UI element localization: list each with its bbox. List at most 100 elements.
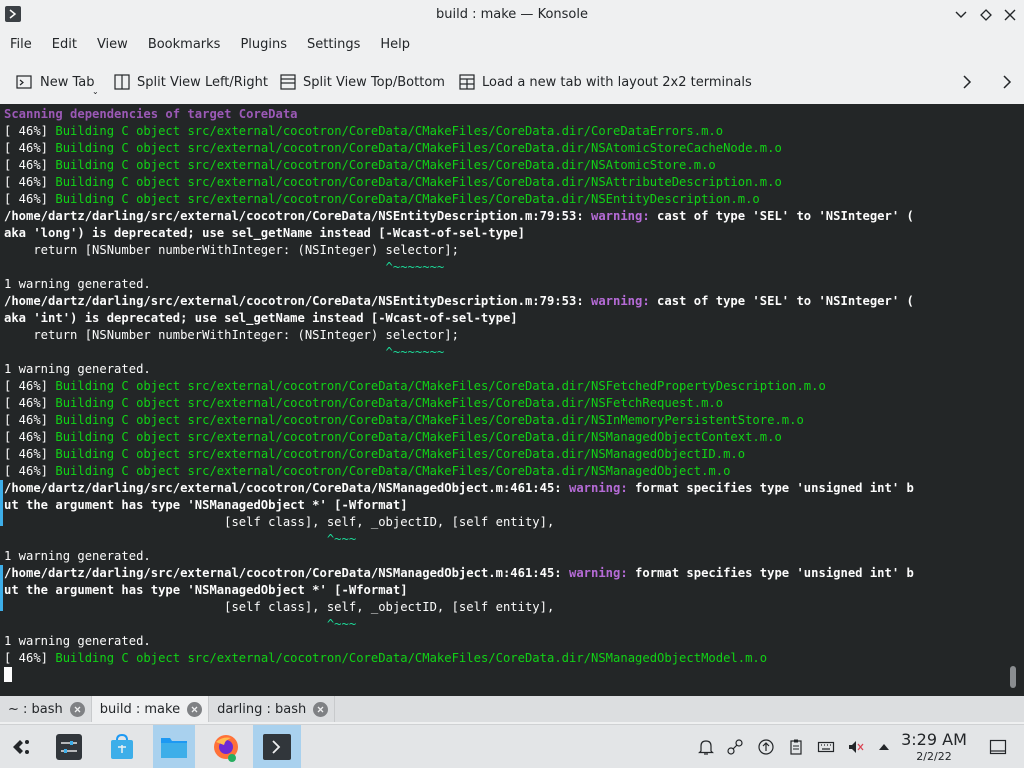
tab-label: ~ : bash	[8, 701, 63, 717]
kde-connect-tray-button[interactable]	[725, 737, 745, 757]
minimize-button[interactable]	[951, 5, 971, 25]
terminal-text: [self class], self, _objectID, [self ent…	[4, 515, 555, 529]
close-button[interactable]	[1000, 5, 1020, 25]
terminal-text: /home/dartz/darling/src/external/cocotro…	[4, 481, 569, 495]
terminal-text: Building C object src/external/cocotron/…	[55, 379, 826, 393]
terminal-line: [ 46%] Building C object src/external/co…	[4, 174, 914, 191]
terminal-text: 1 warning generated.	[4, 549, 151, 563]
maximize-button[interactable]	[976, 5, 996, 25]
show-desktop-button[interactable]	[988, 737, 1008, 757]
terminal-line: ut the argument has type 'NSManagedObjec…	[4, 582, 914, 599]
terminal-line: ^~~~~~~~	[4, 259, 914, 276]
menu-plugins[interactable]: Plugins	[230, 30, 297, 58]
terminal-text: /home/dartz/darling/src/external/cocotro…	[4, 294, 591, 308]
menu-bookmarks[interactable]: Bookmarks	[138, 30, 231, 58]
system-settings-task[interactable]	[48, 725, 90, 768]
menu-help[interactable]: Help	[370, 30, 420, 58]
terminal-icon	[263, 734, 291, 760]
keyboard-layout-tray-button[interactable]	[816, 737, 836, 757]
menu-file[interactable]: File	[0, 30, 42, 58]
split-left-right-button[interactable]: Split View Left/Right	[113, 64, 268, 100]
terminal-line: [ 46%] Building C object src/external/co…	[4, 378, 914, 395]
terminal-text: format specifies type 'unsigned int' b	[635, 481, 914, 495]
tab-darling-bash[interactable]: darling : bash	[209, 696, 336, 722]
clipboard-tray-button[interactable]	[786, 737, 806, 757]
tab-label: darling : bash	[217, 701, 307, 717]
terminal-line: [ 46%] Building C object src/external/co…	[4, 123, 914, 140]
terminal-line: Scanning dependencies of target CoreData	[4, 106, 914, 123]
terminal-text: ^~~~~~~~	[4, 345, 445, 359]
output-marker	[0, 480, 3, 526]
terminal-text: Building C object src/external/cocotron/…	[55, 192, 760, 206]
toolbar: New Tab ⌄ Split View Left/Right Split Vi…	[0, 64, 1024, 100]
menu-view[interactable]: View	[87, 30, 138, 58]
close-tab-icon[interactable]	[187, 701, 203, 717]
terminal-text: Building C object src/external/cocotron/…	[55, 141, 782, 155]
desktop-icon	[989, 739, 1007, 755]
show-hidden-icons-button[interactable]	[874, 737, 894, 757]
close-tab-icon[interactable]	[313, 701, 329, 717]
split-top-bottom-button[interactable]: Split View Top/Bottom	[279, 64, 445, 100]
terminal-line: [ 46%] Building C object src/external/co…	[4, 650, 914, 667]
clock-time[interactable]: 3:29 AM	[898, 730, 970, 749]
toolbar-more-button[interactable]	[997, 72, 1017, 92]
application-launcher-button[interactable]	[0, 725, 42, 768]
firefox-task[interactable]	[205, 725, 247, 768]
clock-date[interactable]: 2/2/22	[898, 750, 970, 763]
terminal-text: warning:	[591, 209, 658, 223]
taskbar: 3:29 AM 2/2/22	[0, 724, 1024, 768]
toolbar-overflow-button[interactable]	[957, 72, 977, 92]
diamond-icon	[980, 9, 992, 21]
terminal-text: [ 46%]	[4, 430, 56, 444]
terminal-text: /home/dartz/darling/src/external/cocotro…	[4, 209, 591, 223]
terminal-text: aka 'int') is deprecated; use sel_getNam…	[4, 311, 518, 325]
terminal-text: [ 46%]	[4, 464, 56, 478]
menu-edit[interactable]: Edit	[42, 30, 87, 58]
terminal-line: [self class], self, _objectID, [self ent…	[4, 599, 914, 616]
terminal-text: aka 'long') is deprecated; use sel_getNa…	[4, 226, 525, 240]
terminal-line: /home/dartz/darling/src/external/cocotro…	[4, 565, 914, 582]
terminal-text: ^~~~	[4, 532, 357, 546]
terminal-output: Scanning dependencies of target CoreData…	[4, 106, 914, 667]
clipboard-icon	[790, 739, 802, 755]
terminal-scrollbar[interactable]	[1010, 666, 1016, 688]
terminal-text: 1 warning generated.	[4, 634, 151, 648]
file-manager-task[interactable]	[153, 725, 195, 768]
close-tab-icon[interactable]	[69, 701, 85, 717]
terminal-text: [ 46%]	[4, 158, 56, 172]
terminal-text: ut the argument has type 'NSManagedObjec…	[4, 498, 408, 512]
menu-settings[interactable]: Settings	[297, 30, 370, 58]
updates-tray-button[interactable]	[756, 737, 776, 757]
terminal-text: Building C object src/external/cocotron/…	[55, 158, 716, 172]
terminal-text: ^~~~~~~~	[4, 260, 445, 274]
chevron-up-icon	[879, 744, 889, 750]
terminal-text: Building C object src/external/cocotron/…	[55, 430, 782, 444]
terminal-line: aka 'long') is deprecated; use sel_getNa…	[4, 225, 914, 242]
output-marker	[0, 565, 3, 611]
volume-tray-button[interactable]	[846, 737, 866, 757]
load-layout-button[interactable]: Load a new tab with layout 2x2 terminals	[458, 64, 752, 100]
terminal-line: ^~~~	[4, 616, 914, 633]
terminal-text: [ 46%]	[4, 192, 56, 206]
konsole-task[interactable]	[253, 725, 301, 768]
new-tab-button[interactable]: New Tab ⌄	[16, 64, 99, 100]
terminal-text: [ 46%]	[4, 141, 56, 155]
terminal-text: warning:	[569, 481, 636, 495]
terminal-text: [ 46%]	[4, 175, 56, 189]
terminal-view[interactable]: Scanning dependencies of target CoreData…	[0, 104, 1024, 696]
tab-bash-home[interactable]: ~ : bash	[0, 696, 92, 722]
shopping-bag-icon	[111, 733, 133, 759]
terminal-text: Building C object src/external/cocotron/…	[55, 651, 768, 665]
tab-build-make[interactable]: build : make	[91, 696, 210, 722]
terminal-line: ^~~~	[4, 531, 914, 548]
terminal-text: [ 46%]	[4, 396, 56, 410]
notifications-tray-button[interactable]	[696, 737, 716, 757]
launcher-icon	[13, 740, 29, 754]
terminal-text: cast of type 'SEL' to 'NSInteger' (	[657, 294, 914, 308]
menu-bar: File Edit View Bookmarks Plugins Setting…	[0, 30, 1024, 58]
discover-task[interactable]	[101, 725, 143, 768]
terminal-cursor	[4, 667, 12, 682]
grid-layout-icon	[459, 74, 475, 90]
terminal-line: [self class], self, _objectID, [self ent…	[4, 514, 914, 531]
terminal-line: [ 46%] Building C object src/external/co…	[4, 395, 914, 412]
